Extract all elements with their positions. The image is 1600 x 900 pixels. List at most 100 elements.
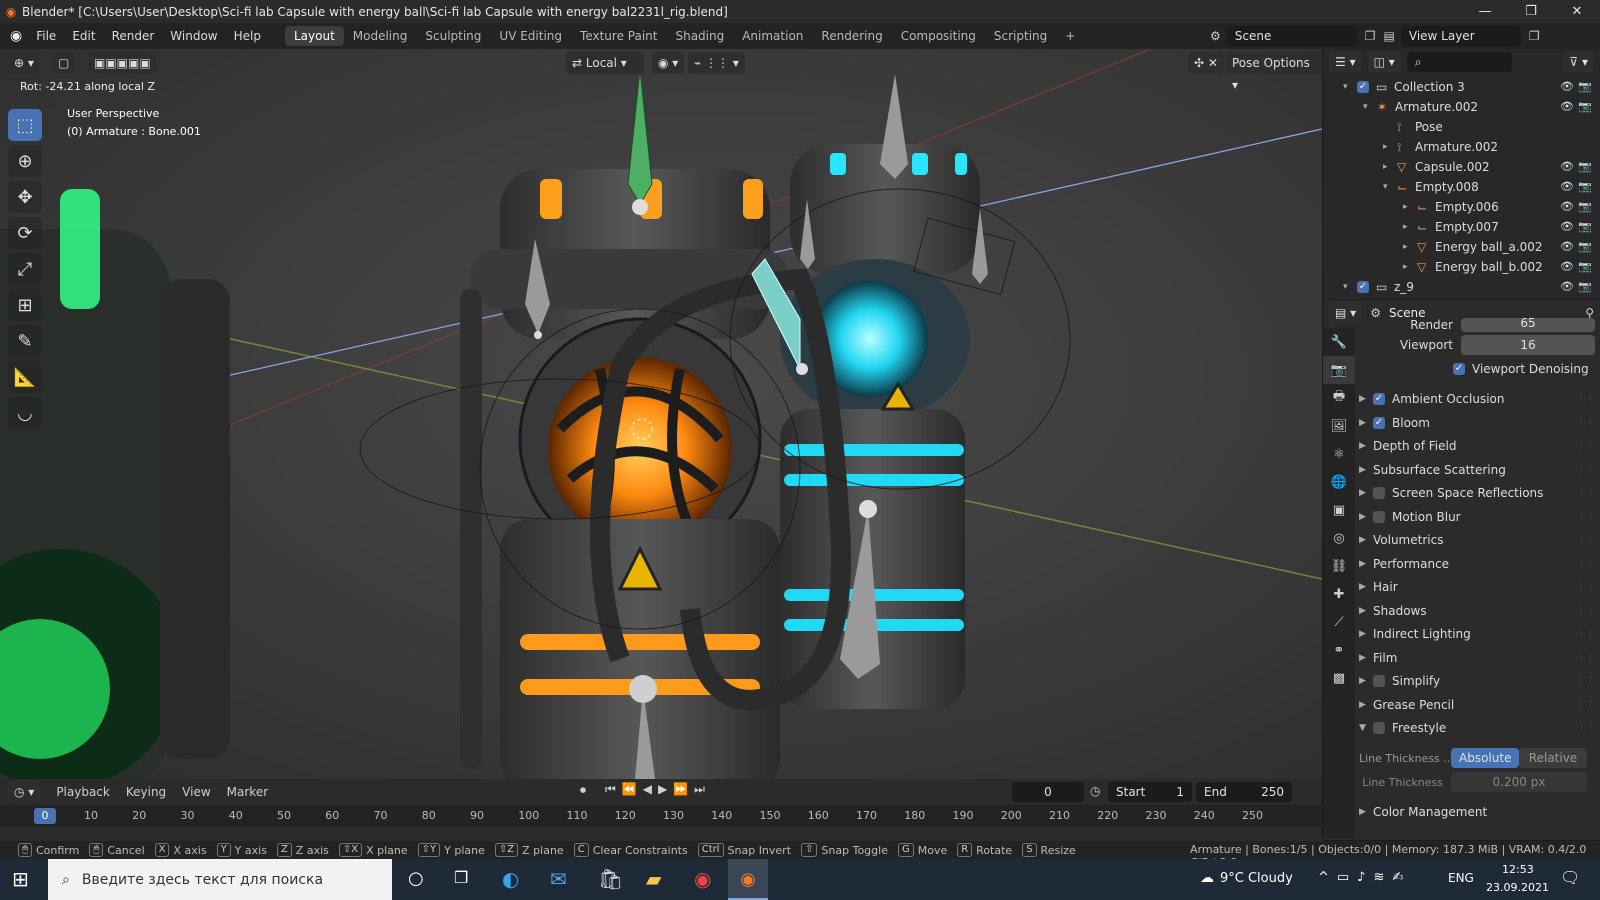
- panel-subsurface-scattering[interactable]: ▶ Subsurface Scattering ⋮⋮: [1359, 458, 1595, 482]
- line-thickness-field[interactable]: 0.200 px: [1451, 772, 1587, 792]
- bone-size-tool-icon[interactable]: ◡: [8, 397, 42, 429]
- start-frame-field[interactable]: Start 1: [1108, 782, 1192, 802]
- scale-tool-icon[interactable]: ⤢: [8, 253, 42, 285]
- eye-icon[interactable]: 👁: [1560, 177, 1574, 197]
- close-button[interactable]: ✕: [1554, 0, 1600, 23]
- outliner-row[interactable]: ▸ ▽ Capsule.002 👁 📷: [1323, 157, 1600, 177]
- expand-icon[interactable]: ▶: [1359, 394, 1373, 404]
- outliner-row[interactable]: ▾ ⌙ Empty.008 👁 📷: [1323, 177, 1600, 197]
- drag-handle-icon[interactable]: ⋮⋮: [1577, 441, 1595, 451]
- camera-icon[interactable]: 📷: [1578, 277, 1592, 297]
- panel-simplify[interactable]: ▶ Simplify ⋮⋮: [1359, 669, 1595, 693]
- expand-icon[interactable]: ▾: [1343, 77, 1357, 97]
- scene-tab-icon[interactable]: ⚛: [1323, 440, 1355, 468]
- viewport-denoising-checkbox[interactable]: ✓: [1453, 363, 1465, 375]
- panel-shadows[interactable]: ▶ Shadows ⋮⋮: [1359, 599, 1595, 623]
- timeline-editor-type-icon[interactable]: ◷ ▾: [8, 781, 41, 803]
- camera-icon[interactable]: 📷: [1578, 197, 1592, 217]
- constraints-tab-icon[interactable]: ⛓: [1323, 552, 1355, 580]
- file-explorer-icon[interactable]: ▰: [646, 867, 661, 891]
- add-workspace-button[interactable]: +: [1056, 26, 1084, 46]
- expand-icon[interactable]: ▸: [1383, 137, 1397, 157]
- outliner-row[interactable]: ▸ ⌙ Empty.007 👁 📷: [1323, 217, 1600, 237]
- eye-icon[interactable]: 👁: [1560, 157, 1574, 177]
- expand-icon[interactable]: ▶: [1359, 465, 1373, 475]
- menu-item-window[interactable]: Window: [162, 29, 225, 43]
- expand-icon[interactable]: ▶: [1359, 512, 1373, 522]
- expand-icon[interactable]: ▶: [1359, 700, 1373, 710]
- panel-motion-blur[interactable]: ▶ Motion Blur ⋮⋮: [1359, 505, 1595, 529]
- panel-screen-space-reflections[interactable]: ▶ Screen Space Reflections ⋮⋮: [1359, 481, 1595, 505]
- annotate-tool-icon[interactable]: ✎: [8, 325, 42, 357]
- drag-handle-icon[interactable]: ⋮⋮: [1577, 582, 1595, 592]
- output-tab-icon[interactable]: 🖶: [1323, 384, 1355, 412]
- drag-handle-icon[interactable]: ⋮⋮: [1577, 394, 1595, 404]
- outliner-row[interactable]: ▸ ▽ Energy ball_b.002 👁 📷: [1323, 257, 1600, 277]
- exclude-checkbox[interactable]: ✓: [1357, 81, 1369, 93]
- tab-scripting[interactable]: Scripting: [985, 26, 1056, 46]
- task-view-icon[interactable]: ❐: [454, 868, 468, 887]
- outliner-row[interactable]: ▾ ✓ ▭ z_9 👁 📷: [1323, 277, 1600, 297]
- mail-icon[interactable]: ✉: [550, 867, 567, 891]
- render-samples-field[interactable]: 65: [1461, 318, 1595, 332]
- 3d-viewport[interactable]: ⊕ ▾ ▢ ▣▣▣▣▣ ⇄ Local ▾ ◉ ▾ ⌁ ⋮⋮ ▾ ✣ ✕ Pos…: [0, 49, 1322, 779]
- transform-orientation-dropdown[interactable]: ⇄ Local ▾: [566, 52, 644, 74]
- playhead[interactable]: 0: [34, 808, 56, 824]
- selection-mode-icons[interactable]: ▣▣▣▣▣: [88, 52, 157, 74]
- outliner-row[interactable]: ⟟ Pose: [1323, 117, 1600, 137]
- clock-time[interactable]: 12:53: [1502, 863, 1534, 876]
- drag-handle-icon[interactable]: ⋮⋮: [1577, 629, 1595, 639]
- eye-icon[interactable]: 👁: [1560, 257, 1574, 277]
- camera-icon[interactable]: 📷: [1578, 157, 1592, 177]
- drag-handle-icon[interactable]: ⋮⋮: [1577, 418, 1595, 428]
- expand-icon[interactable]: ▶: [1359, 535, 1373, 545]
- camera-icon[interactable]: 📷: [1578, 237, 1592, 257]
- outliner-row[interactable]: ▸ ▽ Energy ball_a.002 👁 📷: [1323, 237, 1600, 257]
- auto-keying-icon[interactable]: ⏺: [580, 783, 586, 798]
- exclude-checkbox[interactable]: ✓: [1357, 281, 1369, 293]
- menu-item-edit[interactable]: Edit: [64, 29, 103, 43]
- eye-icon[interactable]: 👁: [1560, 197, 1574, 217]
- chrome-icon[interactable]: ◉: [694, 867, 711, 891]
- eye-icon[interactable]: 👁: [1560, 277, 1574, 297]
- camera-icon[interactable]: 📷: [1578, 217, 1592, 237]
- panel-indirect-lighting[interactable]: ▶ Indirect Lighting ⋮⋮: [1359, 622, 1595, 646]
- minimize-button[interactable]: —: [1462, 0, 1508, 23]
- expand-icon[interactable]: ▼: [1359, 723, 1373, 733]
- drag-handle-icon[interactable]: ⋮⋮: [1577, 653, 1595, 663]
- outliner-row[interactable]: ▾ ✓ ▭ Collection 3 👁 📷: [1323, 77, 1600, 97]
- expand-icon[interactable]: ▶: [1359, 488, 1373, 498]
- view-layer-selector[interactable]: View Layer: [1400, 26, 1521, 46]
- panel-bloom[interactable]: ▶ ✓ Bloom ⋮⋮: [1359, 411, 1595, 435]
- drag-handle-icon[interactable]: ⋮⋮: [1577, 606, 1595, 616]
- pose-options-dropdown[interactable]: Pose Options ▾: [1226, 52, 1322, 92]
- color-management-expand-icon[interactable]: ▶: [1359, 807, 1373, 817]
- clock-date[interactable]: 23.09.2021: [1486, 881, 1549, 894]
- relative-button[interactable]: Relative: [1519, 748, 1587, 768]
- expand-icon[interactable]: ▶: [1359, 606, 1373, 616]
- drag-handle-icon[interactable]: ⋮⋮: [1577, 723, 1595, 733]
- tab-compositing[interactable]: Compositing: [892, 26, 985, 46]
- panel-hair[interactable]: ▶ Hair ⋮⋮: [1359, 575, 1595, 599]
- tab-layout[interactable]: Layout: [284, 26, 344, 46]
- drag-handle-icon[interactable]: ⋮⋮: [1577, 488, 1595, 498]
- physics-tab-icon[interactable]: ◎: [1323, 524, 1355, 552]
- bone-constraint-tab-icon[interactable]: ⚭: [1323, 636, 1355, 664]
- panel-volumetrics[interactable]: ▶ Volumetrics ⋮⋮: [1359, 528, 1595, 552]
- menu-item-help[interactable]: Help: [226, 29, 269, 43]
- cortana-icon[interactable]: ○: [408, 868, 424, 889]
- expand-icon[interactable]: ▶: [1359, 676, 1373, 686]
- pivot-point-icon[interactable]: ◉ ▾: [652, 52, 685, 74]
- tab-modeling[interactable]: Modeling: [344, 26, 417, 46]
- outliner-editor-type-icon[interactable]: ☰ ▾: [1329, 51, 1362, 73]
- expand-icon[interactable]: ▶: [1359, 441, 1373, 451]
- scene-selector[interactable]: Scene: [1226, 26, 1357, 46]
- drag-handle-icon[interactable]: ⋮⋮: [1577, 676, 1595, 686]
- transform-tool-icon[interactable]: ⊞: [8, 289, 42, 321]
- eye-icon[interactable]: 👁: [1560, 237, 1574, 257]
- weather-icon[interactable]: ☁: [1200, 870, 1214, 886]
- view-layer-icon[interactable]: ▤: [1384, 29, 1395, 43]
- camera-icon[interactable]: 📷: [1578, 177, 1592, 197]
- timeline-menu-playback[interactable]: Playback: [48, 785, 118, 799]
- expand-icon[interactable]: ▾: [1383, 177, 1397, 197]
